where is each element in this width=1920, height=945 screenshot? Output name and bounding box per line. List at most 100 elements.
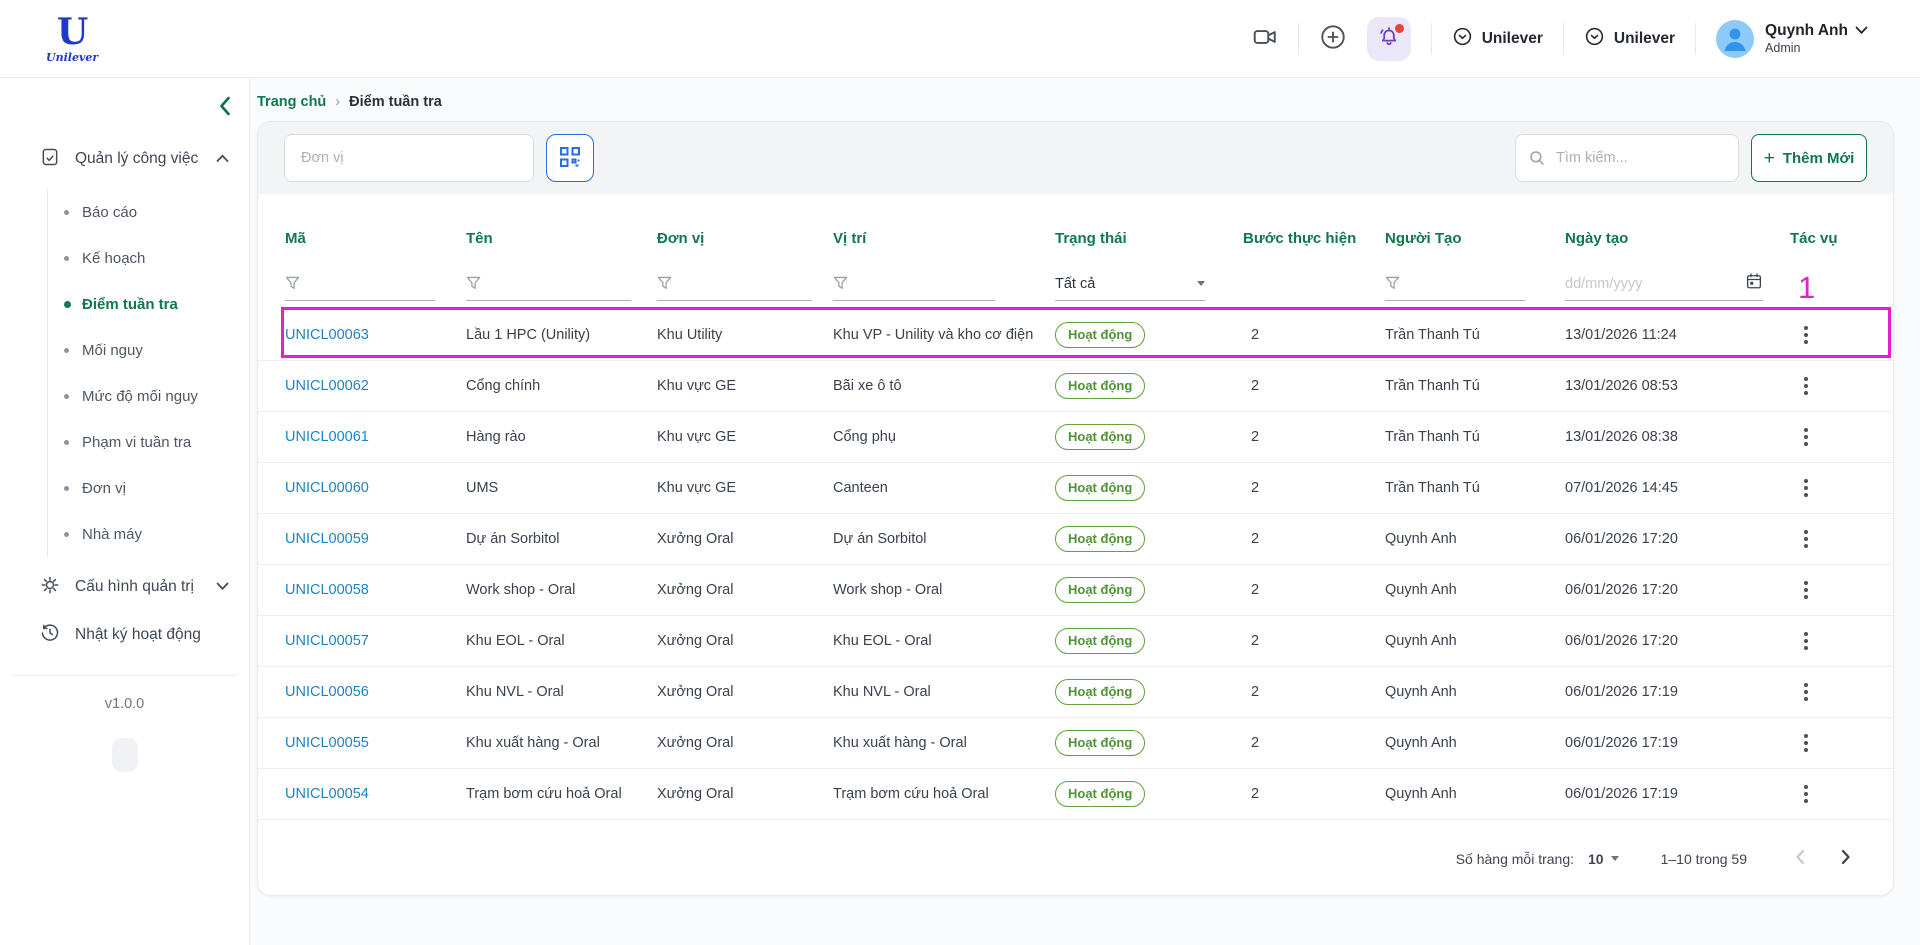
location-filter[interactable] (833, 271, 995, 301)
table-row[interactable]: UNICL00059 Dự án Sorbitol Xưởng Oral Dự … (258, 514, 1893, 565)
row-creator: Quynh Anh (1385, 735, 1565, 751)
table-row[interactable]: UNICL00061 Hàng rào Khu vực GE Cổng phụ … (258, 412, 1893, 463)
column-header-code: Mã (285, 230, 466, 247)
row-created: 13/01/2026 11:24 (1565, 327, 1790, 343)
row-actions-button[interactable] (1794, 524, 1818, 554)
row-code-link[interactable]: UNICL00058 (285, 582, 466, 598)
created-date-filter[interactable]: dd/mm/yyyy (1565, 271, 1763, 301)
unit-column-filter[interactable] (657, 271, 812, 301)
table-row[interactable]: UNICL00058 Work shop - Oral Xưởng Oral W… (258, 565, 1893, 616)
status-badge: Hoạt động (1055, 322, 1145, 348)
row-actions-button[interactable] (1794, 626, 1818, 656)
status-filter-select[interactable]: Tất cả (1055, 271, 1205, 301)
add-circle-button[interactable] (1319, 23, 1347, 54)
table-row[interactable]: UNICL00056 Khu NVL - Oral Xưởng Oral Khu… (258, 667, 1893, 718)
row-actions-button[interactable] (1794, 728, 1818, 758)
row-created: 06/01/2026 17:19 (1565, 786, 1790, 802)
funnel-icon (466, 276, 481, 291)
row-unit: Khu vực GE (657, 480, 833, 496)
next-page-button[interactable] (1837, 845, 1855, 872)
table-row[interactable]: UNICL00055 Khu xuất hàng - Oral Xưởng Or… (258, 718, 1893, 769)
video-camera-button[interactable] (1252, 24, 1278, 53)
unilever-logo-mark: U (57, 14, 87, 50)
table-toolbar: + Thêm Mới (258, 122, 1893, 194)
sidebar-divider (12, 675, 237, 676)
row-location: Cổng phụ (833, 429, 1055, 445)
chevron-up-icon (216, 150, 229, 168)
table-row[interactable]: UNICL00054 Trạm bơm cứu hoả Oral Xưởng O… (258, 769, 1893, 820)
sidebar: Quản lý công việc Báo cáo Kế hoạch Điểm … (0, 79, 250, 945)
add-new-label: Thêm Mới (1783, 150, 1855, 167)
user-role: Admin (1765, 41, 1868, 56)
status-badge: Hoạt động (1055, 730, 1145, 756)
sidebar-collapse-button[interactable] (215, 95, 235, 120)
sidebar-sub-item[interactable]: Báo cáo (48, 189, 249, 235)
unit-filter-input[interactable] (284, 134, 534, 182)
row-actions-button[interactable] (1794, 371, 1818, 401)
creator-filter[interactable] (1385, 271, 1525, 301)
table-row[interactable]: UNICL00063 Lầu 1 HPC (Unility) Khu Utili… (258, 310, 1893, 361)
notification-badge-dot (1395, 24, 1404, 33)
name-filter[interactable] (466, 271, 631, 301)
row-code-link[interactable]: UNICL00054 (285, 786, 466, 802)
qr-code-button[interactable] (546, 134, 594, 182)
row-actions-button[interactable] (1794, 473, 1818, 503)
row-location: Work shop - Oral (833, 582, 1055, 598)
column-header-step: Bước thực hiện (1243, 230, 1385, 247)
row-code-link[interactable]: UNICL00057 (285, 633, 466, 649)
breadcrumb-home-link[interactable]: Trang chủ (257, 94, 326, 110)
row-code-link[interactable]: UNICL00056 (285, 684, 466, 700)
sidebar-sub-item[interactable]: Nhà máy (48, 511, 249, 557)
row-code-link[interactable]: UNICL00063 (285, 327, 466, 343)
sidebar-sub-item[interactable]: Kế hoạch (48, 235, 249, 281)
bullet-icon (64, 440, 69, 445)
row-code-link[interactable]: UNICL00055 (285, 735, 466, 751)
row-name: Khu EOL - Oral (466, 633, 657, 649)
topbar: U Unilever Unilever (0, 0, 1920, 78)
row-actions-button[interactable] (1794, 779, 1818, 809)
sidebar-group-admin-config[interactable]: Cấu hình quản trị (0, 563, 249, 611)
row-actions-button[interactable] (1794, 422, 1818, 452)
previous-page-button[interactable] (1791, 845, 1809, 872)
row-code-link[interactable]: UNICL00060 (285, 480, 466, 496)
code-filter[interactable] (285, 271, 435, 301)
row-step: 2 (1243, 429, 1385, 445)
row-created: 06/01/2026 17:19 (1565, 684, 1790, 700)
bullet-icon (64, 210, 69, 215)
row-location: Bãi xe ô tô (833, 378, 1055, 394)
row-actions-button[interactable] (1794, 677, 1818, 707)
row-unit: Xưởng Oral (657, 531, 833, 547)
circle-chevron-down-icon (1584, 26, 1605, 52)
bullet-icon (64, 256, 69, 261)
row-code-link[interactable]: UNICL00061 (285, 429, 466, 445)
sidebar-sub-item[interactable]: Mối nguy (48, 327, 249, 373)
sidebar-sub-item[interactable]: Điểm tuần tra (48, 281, 249, 327)
sidebar-sub-item[interactable]: Đơn vị (48, 465, 249, 511)
sidebar-group-label: Cấu hình quản trị (75, 578, 194, 596)
sidebar-sub-item-label: Nhà máy (82, 526, 142, 543)
sidebar-group-work-management[interactable]: Quản lý công việc (0, 135, 249, 183)
table-row[interactable]: UNICL00062 Cổng chính Khu vực GE Bãi xe … (258, 361, 1893, 412)
row-name: UMS (466, 480, 657, 496)
row-code-link[interactable]: UNICL00062 (285, 378, 466, 394)
sidebar-item-activity-log[interactable]: Nhật ký hoạt động (0, 611, 249, 659)
row-name: Khu xuất hàng - Oral (466, 735, 657, 751)
org-select-2[interactable]: Unilever (1584, 26, 1675, 52)
org-select-1[interactable]: Unilever (1452, 26, 1543, 52)
notifications-button[interactable] (1367, 17, 1411, 61)
qr-code-icon (559, 146, 581, 171)
add-new-button[interactable]: + Thêm Mới (1751, 134, 1867, 182)
search-input[interactable] (1515, 134, 1739, 182)
row-actions-button[interactable] (1794, 575, 1818, 605)
sidebar-sub-item[interactable]: Phạm vi tuần tra (48, 419, 249, 465)
table-row[interactable]: UNICL00057 Khu EOL - Oral Xưởng Oral Khu… (258, 616, 1893, 667)
user-menu[interactable]: Quynh Anh Admin (1716, 20, 1868, 58)
topbar-divider (1563, 23, 1564, 55)
row-location: Khu xuất hàng - Oral (833, 735, 1055, 751)
row-actions-button[interactable] (1794, 320, 1818, 350)
rows-per-page-select[interactable]: 10 (1588, 851, 1619, 867)
sidebar-sub-item[interactable]: Mức độ mối nguy (48, 373, 249, 419)
row-code-link[interactable]: UNICL00059 (285, 531, 466, 547)
sidebar-sub-item-label: Kế hoạch (82, 250, 145, 267)
table-row[interactable]: UNICL00060 UMS Khu vực GE Canteen Hoạt đ… (258, 463, 1893, 514)
